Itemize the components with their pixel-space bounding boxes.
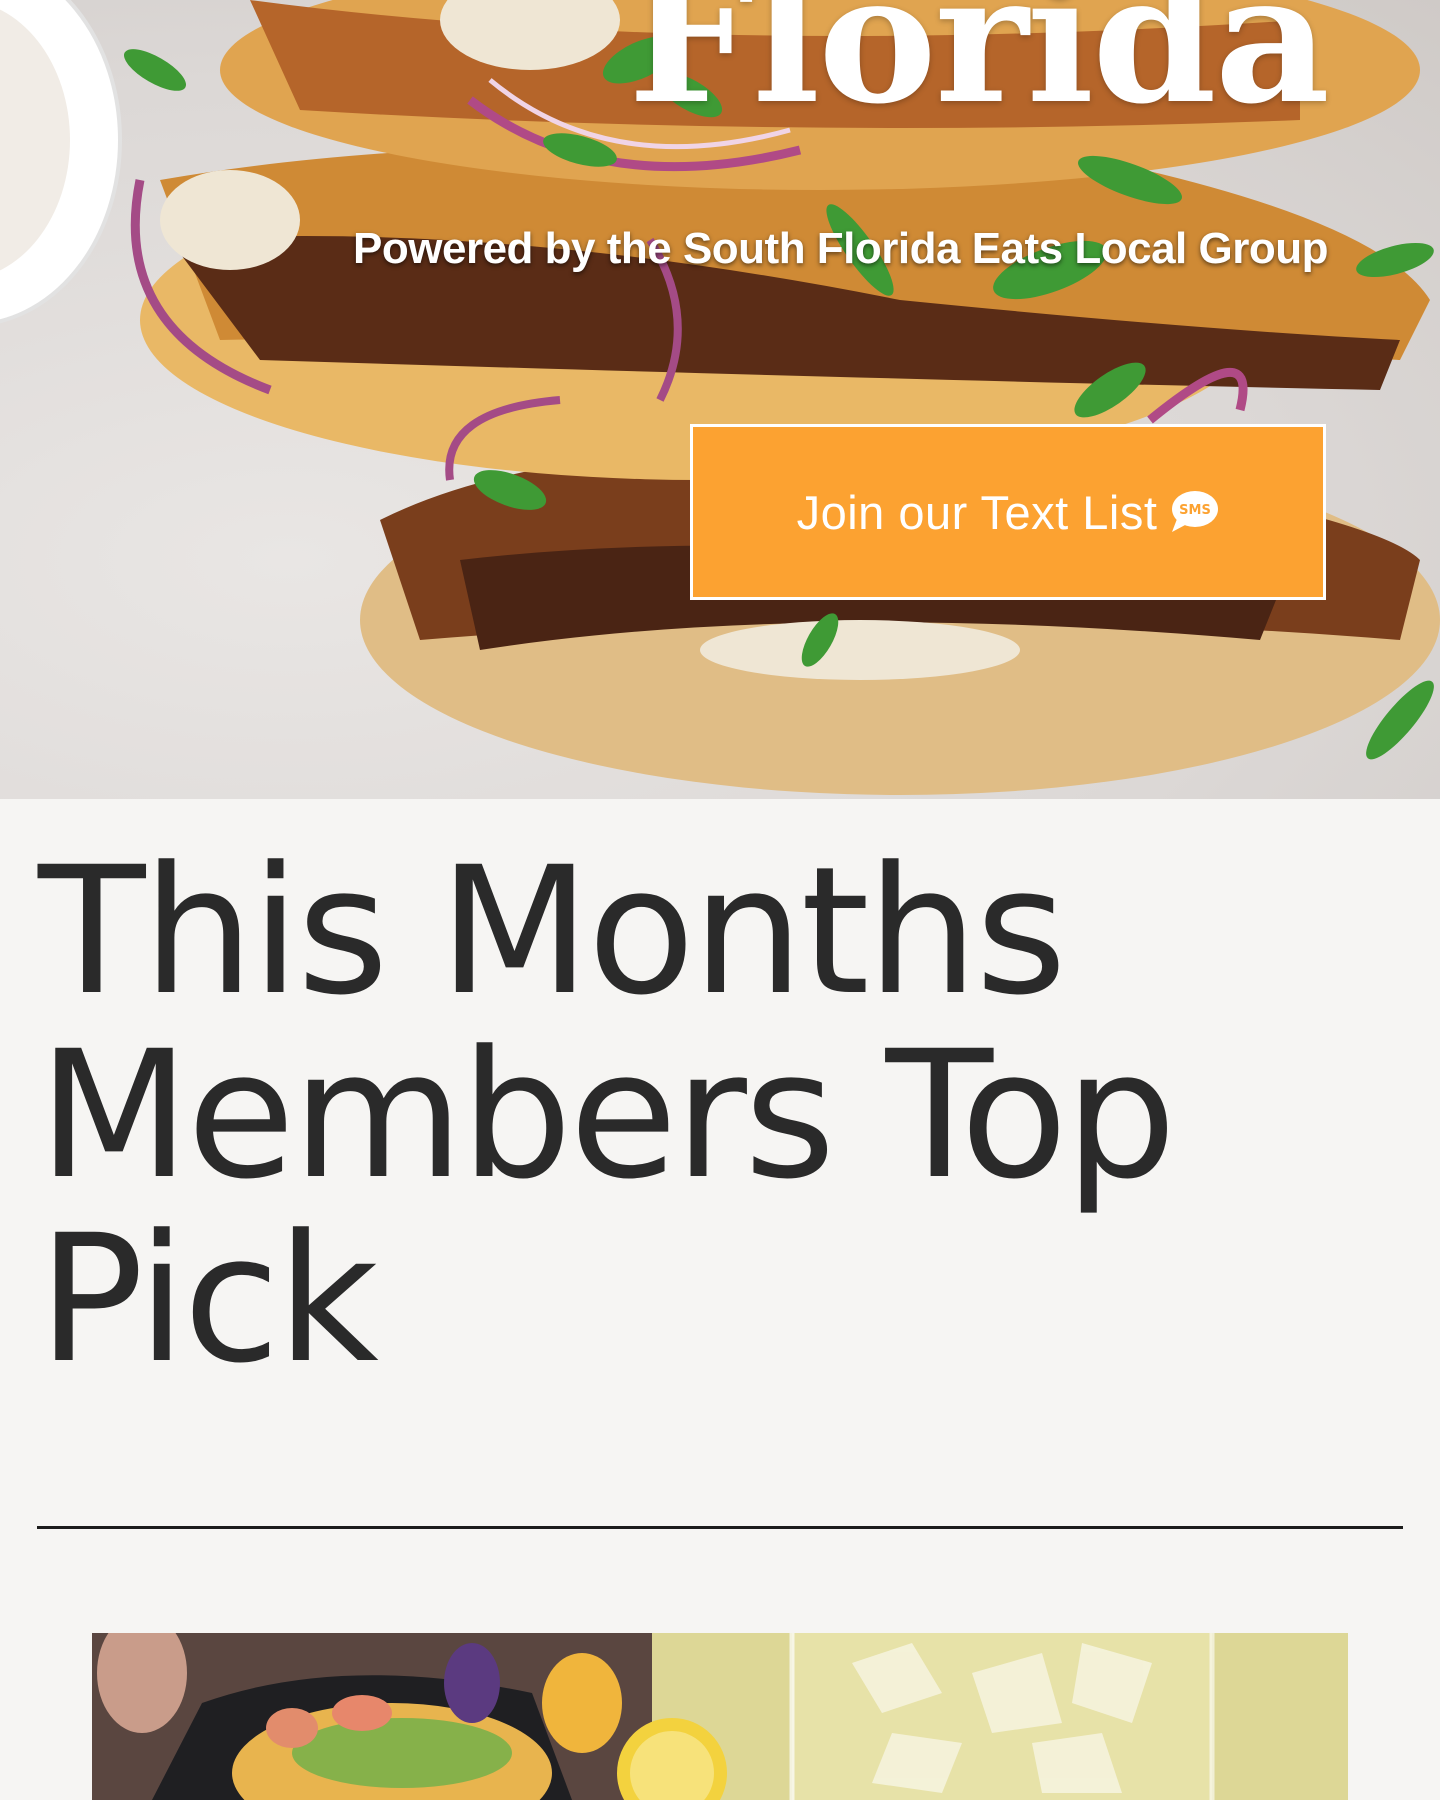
join-text-list-label: Join our Text List	[796, 485, 1158, 539]
join-text-list-button[interactable]: Join our Text List SMS	[690, 424, 1326, 600]
sms-chat-icon: SMS	[1172, 491, 1219, 532]
sms-icon-text: SMS	[1180, 503, 1212, 518]
top-pick-photo	[92, 1633, 1348, 1800]
hero-banner: Florida Powered by the South Florida Eat…	[0, 0, 1440, 799]
section-title: This Months Members Top Pick	[38, 829, 1177, 1402]
hero-title: Florida	[628, 0, 1330, 143]
section-divider	[37, 1526, 1403, 1529]
top-pick-food-photo	[92, 1633, 1348, 1800]
hero-subtitle: Powered by the South Florida Eats Local …	[353, 224, 1328, 273]
